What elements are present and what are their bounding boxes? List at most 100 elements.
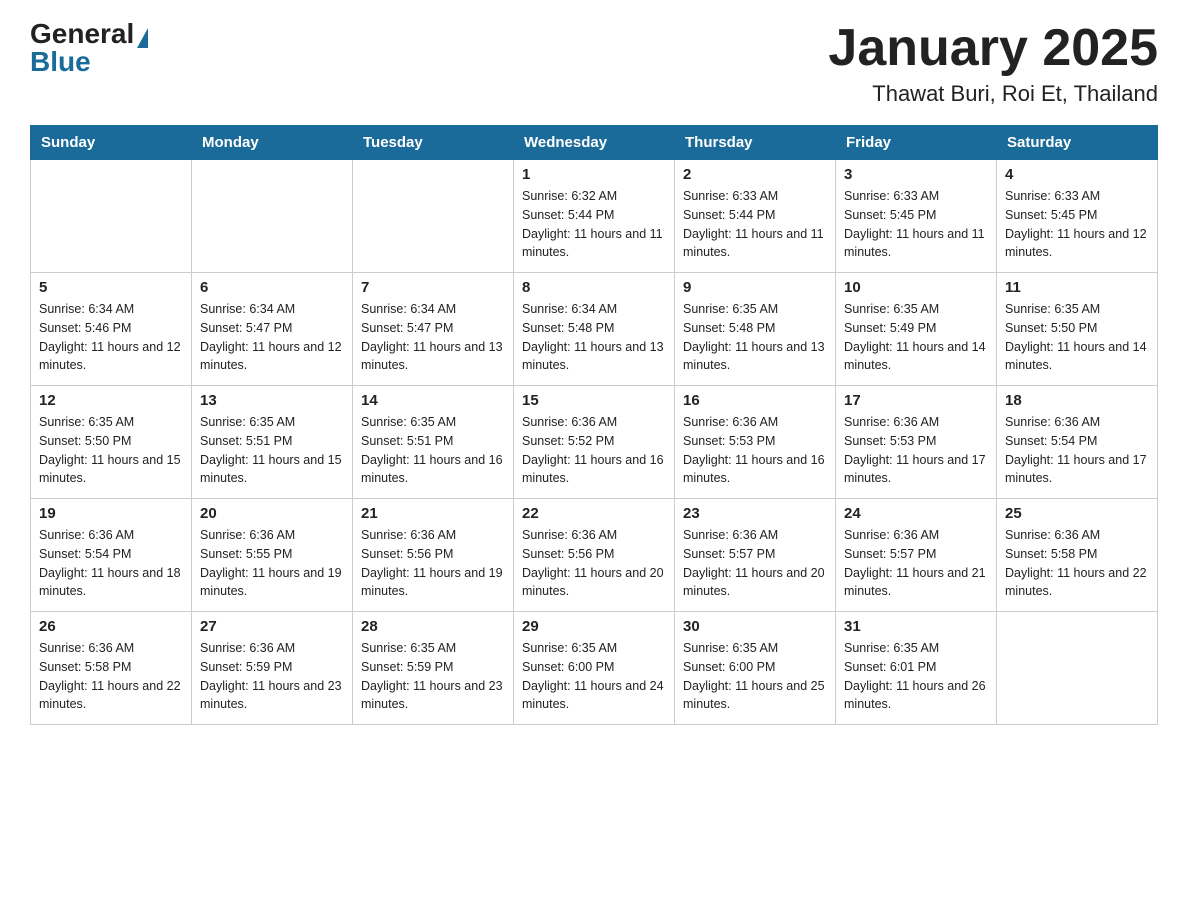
page-subtitle: Thawat Buri, Roi Et, Thailand (828, 81, 1158, 107)
sunrise-text: Sunrise: 6:36 AM (39, 639, 183, 658)
day-number: 19 (39, 505, 183, 522)
table-row: 9Sunrise: 6:35 AMSunset: 5:48 PMDaylight… (675, 273, 836, 386)
sunrise-text: Sunrise: 6:36 AM (844, 526, 988, 545)
daylight-text: Daylight: 11 hours and 11 minutes. (844, 225, 988, 263)
sunrise-text: Sunrise: 6:36 AM (1005, 413, 1149, 432)
day-number: 3 (844, 166, 988, 183)
day-number: 11 (1005, 279, 1149, 296)
sunset-text: Sunset: 5:51 PM (361, 432, 505, 451)
sunset-text: Sunset: 5:55 PM (200, 545, 344, 564)
day-number: 8 (522, 279, 666, 296)
sunrise-text: Sunrise: 6:36 AM (39, 526, 183, 545)
table-row: 21Sunrise: 6:36 AMSunset: 5:56 PMDayligh… (353, 499, 514, 612)
day-info: Sunrise: 6:32 AMSunset: 5:44 PMDaylight:… (522, 187, 666, 262)
day-info: Sunrise: 6:36 AMSunset: 5:52 PMDaylight:… (522, 413, 666, 488)
daylight-text: Daylight: 11 hours and 12 minutes. (39, 338, 183, 376)
sunrise-text: Sunrise: 6:34 AM (522, 300, 666, 319)
day-number: 1 (522, 166, 666, 183)
day-number: 27 (200, 618, 344, 635)
sunrise-text: Sunrise: 6:33 AM (683, 187, 827, 206)
calendar-table: Sunday Monday Tuesday Wednesday Thursday… (30, 125, 1158, 725)
daylight-text: Daylight: 11 hours and 13 minutes. (522, 338, 666, 376)
sunset-text: Sunset: 5:58 PM (39, 658, 183, 677)
day-info: Sunrise: 6:34 AMSunset: 5:47 PMDaylight:… (361, 300, 505, 375)
calendar-week-row: 5Sunrise: 6:34 AMSunset: 5:46 PMDaylight… (31, 273, 1158, 386)
day-info: Sunrise: 6:35 AMSunset: 6:00 PMDaylight:… (522, 639, 666, 714)
table-row: 27Sunrise: 6:36 AMSunset: 5:59 PMDayligh… (192, 612, 353, 725)
sunrise-text: Sunrise: 6:36 AM (522, 413, 666, 432)
daylight-text: Daylight: 11 hours and 22 minutes. (1005, 564, 1149, 602)
sunrise-text: Sunrise: 6:35 AM (361, 413, 505, 432)
sunset-text: Sunset: 5:52 PM (522, 432, 666, 451)
sunrise-text: Sunrise: 6:36 AM (522, 526, 666, 545)
day-info: Sunrise: 6:35 AMSunset: 5:59 PMDaylight:… (361, 639, 505, 714)
daylight-text: Daylight: 11 hours and 25 minutes. (683, 677, 827, 715)
table-row (353, 160, 514, 273)
table-row: 3 Sunrise: 6:33 AMSunset: 5:45 PMDaylight… (836, 160, 997, 273)
sunset-text: Sunset: 5:45 PM (844, 206, 988, 225)
sunset-text: Sunset: 5:59 PM (200, 658, 344, 677)
sunset-text: Sunset: 5:47 PM (200, 319, 344, 338)
day-number: 12 (39, 392, 183, 409)
table-row: 7 Sunrise: 6:34 AMSunset: 5:47 PMDaylight… (353, 273, 514, 386)
daylight-text: Daylight: 11 hours and 14 minutes. (1005, 338, 1149, 376)
sunrise-text: Sunrise: 6:32 AM (522, 187, 666, 206)
calendar-header-row: Sunday Monday Tuesday Wednesday Thursday… (31, 126, 1158, 160)
sunset-text: Sunset: 5:57 PM (844, 545, 988, 564)
daylight-text: Daylight: 11 hours and 22 minutes. (39, 677, 183, 715)
page-header: General Blue January 2025 Thawat Buri, R… (30, 20, 1158, 107)
sunset-text: Sunset: 5:48 PM (683, 319, 827, 338)
col-monday: Monday (192, 126, 353, 160)
daylight-text: Daylight: 11 hours and 13 minutes. (361, 338, 505, 376)
daylight-text: Daylight: 11 hours and 12 minutes. (200, 338, 344, 376)
sunrise-text: Sunrise: 6:36 AM (200, 639, 344, 658)
daylight-text: Daylight: 11 hours and 20 minutes. (683, 564, 827, 602)
table-row: 13Sunrise: 6:35 AMSunset: 5:51 PMDayligh… (192, 386, 353, 499)
table-row (31, 160, 192, 273)
day-info: Sunrise: 6:36 AMSunset: 5:56 PMDaylight:… (361, 526, 505, 601)
calendar-week-row: 19 Sunrise: 6:36 AMSunset: 5:54 PMDayligh… (31, 499, 1158, 612)
sunset-text: Sunset: 5:50 PM (1005, 319, 1149, 338)
table-row: 12Sunrise: 6:35 AMSunset: 5:50 PMDayligh… (31, 386, 192, 499)
table-row: 11 Sunrise: 6:35 AMSunset: 5:50 PMDayligh… (997, 273, 1158, 386)
day-info: Sunrise: 6:36 AMSunset: 5:58 PMDaylight:… (39, 639, 183, 714)
col-saturday: Saturday (997, 126, 1158, 160)
sunset-text: Sunset: 5:44 PM (522, 206, 666, 225)
table-row: 16Sunrise: 6:36 AMSunset: 5:53 PMDayligh… (675, 386, 836, 499)
logo: General Blue (30, 20, 148, 76)
table-row: 17 Sunrise: 6:36 AMSunset: 5:53 PMDayligh… (836, 386, 997, 499)
sunset-text: Sunset: 5:53 PM (844, 432, 988, 451)
sunrise-text: Sunrise: 6:36 AM (683, 413, 827, 432)
day-info: Sunrise: 6:35 AMSunset: 5:50 PMDaylight:… (1005, 300, 1149, 375)
day-number: 6 (200, 279, 344, 296)
day-number: 29 (522, 618, 666, 635)
daylight-text: Daylight: 11 hours and 15 minutes. (39, 451, 183, 489)
day-number: 23 (683, 505, 827, 522)
sunset-text: Sunset: 5:44 PM (683, 206, 827, 225)
table-row: 4Sunrise: 6:33 AMSunset: 5:45 PMDaylight… (997, 160, 1158, 273)
day-number: 14 (361, 392, 505, 409)
table-row: 19 Sunrise: 6:36 AMSunset: 5:54 PMDayligh… (31, 499, 192, 612)
col-tuesday: Tuesday (353, 126, 514, 160)
daylight-text: Daylight: 11 hours and 26 minutes. (844, 677, 988, 715)
day-number: 26 (39, 618, 183, 635)
sunset-text: Sunset: 5:48 PM (522, 319, 666, 338)
day-number: 7 (361, 279, 505, 296)
sunrise-text: Sunrise: 6:33 AM (844, 187, 988, 206)
day-number: 4 (1005, 166, 1149, 183)
daylight-text: Daylight: 11 hours and 15 minutes. (200, 451, 344, 489)
day-info: Sunrise: 6:36 AMSunset: 5:53 PMDaylight:… (844, 413, 988, 488)
col-thursday: Thursday (675, 126, 836, 160)
day-info: Sunrise: 6:36 AMSunset: 5:54 PMDaylight:… (39, 526, 183, 601)
col-friday: Friday (836, 126, 997, 160)
sunrise-text: Sunrise: 6:35 AM (1005, 300, 1149, 319)
table-row: 2Sunrise: 6:33 AMSunset: 5:44 PMDaylight… (675, 160, 836, 273)
sunrise-text: Sunrise: 6:34 AM (200, 300, 344, 319)
sunset-text: Sunset: 6:00 PM (683, 658, 827, 677)
table-row: 15Sunrise: 6:36 AMSunset: 5:52 PMDayligh… (514, 386, 675, 499)
sunset-text: Sunset: 5:57 PM (683, 545, 827, 564)
day-number: 16 (683, 392, 827, 409)
day-info: Sunrise: 6:35 AMSunset: 5:51 PMDaylight:… (361, 413, 505, 488)
day-info: Sunrise: 6:35 AMSunset: 5:48 PMDaylight:… (683, 300, 827, 375)
day-number: 17 (844, 392, 988, 409)
